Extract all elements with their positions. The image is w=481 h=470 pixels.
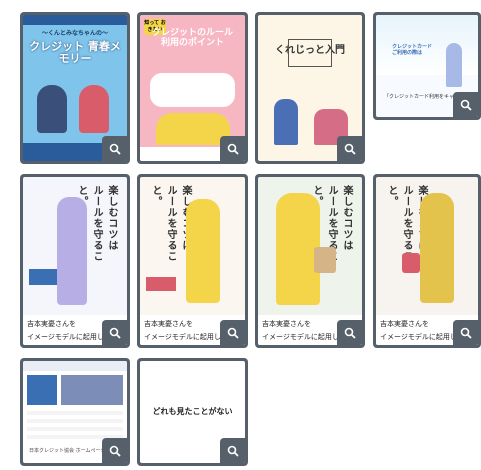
shelf-decor [146, 277, 176, 291]
gallery-item-9[interactable]: 日本クレジット協会 ホームページ [20, 358, 130, 466]
gallery-item-10[interactable]: どれも見たことがない [137, 358, 248, 466]
speech-bubble [150, 73, 235, 107]
text-card-label: どれも見たことがない [152, 406, 233, 416]
gallery-item-8[interactable]: 楽しむコツは ルールを守ること。 吉本実憂さんを イメージモデルに起用したポス [373, 174, 481, 348]
model-photo [420, 193, 454, 303]
illustration-professor [274, 99, 298, 145]
poster-thumbnail: 〜くんとみなちゃんの〜 クレジット 青春メモリー [23, 15, 127, 161]
illustration-boy [37, 85, 67, 133]
zoom-button[interactable] [220, 320, 245, 345]
text-thumbnail: どれも見たことがない [140, 361, 245, 463]
paper-bag [314, 247, 336, 273]
gallery-item-1[interactable]: 〜くんとみなちゃんの〜 クレジット 青春メモリー [20, 12, 130, 164]
ad-thumbnail: 楽しむコツは ルールを守ること。 吉本実憂さんを イメージモデルに起用したポ [140, 177, 245, 345]
model-photo [446, 43, 462, 87]
model-photo [186, 199, 220, 303]
site-banner-left [27, 375, 57, 405]
poster-thumbnail: くれじっと入門 [258, 15, 362, 161]
sign-frame [288, 39, 332, 67]
magnifier-icon [344, 327, 356, 339]
site-header [23, 361, 127, 371]
illustration-girl [79, 85, 109, 133]
gallery-item-6[interactable]: 楽しむコツは ルールを守ること。 吉本実憂さんを イメージモデルに起用したポ [137, 174, 248, 348]
poster-thumbnail: クレジットカード ご利用の際は 「クレジットカード利用をキャンペーン」 [376, 15, 478, 117]
gallery-item-2[interactable]: 知って おきたい クレジットのルール 利用のポイント [137, 12, 248, 164]
zoom-button[interactable] [453, 320, 478, 345]
credit-card [29, 269, 57, 285]
poster-title: クレジットカード ご利用の際は [392, 44, 433, 56]
magnifier-icon [227, 445, 239, 457]
magnifier-icon [109, 327, 121, 339]
gallery-item-5[interactable]: 楽しむコツは ルールを守ること。 吉本実憂さんを イメージモデルに起用した [20, 174, 130, 348]
zoom-button[interactable] [220, 136, 245, 161]
magnifier-icon [109, 143, 121, 155]
ad-thumbnail: 楽しむコツは ルールを守ること。 吉本実憂さんを イメージモデルに起用したポス [258, 177, 362, 345]
site-content [27, 411, 123, 441]
magnifier-icon [460, 99, 472, 111]
zoom-button[interactable] [102, 136, 127, 161]
header-band [23, 15, 127, 25]
zoom-button[interactable] [220, 438, 245, 463]
magnifier-icon [460, 327, 472, 339]
poster-thumbnail: 知って おきたい クレジットのルール 利用のポイント [140, 15, 245, 161]
zoom-button[interactable] [102, 320, 127, 345]
illustration-people [156, 113, 230, 145]
zoom-button[interactable] [102, 438, 127, 463]
magnifier-icon [344, 143, 356, 155]
shopping-bag [402, 253, 420, 273]
website-thumbnail: 日本クレジット協会 ホームページ [23, 361, 127, 463]
site-caption: 日本クレジット協会 ホームページ [29, 448, 106, 454]
gallery-item-7[interactable]: 楽しむコツは ルールを守ること。 吉本実憂さんを イメージモデルに起用したポス [255, 174, 365, 348]
site-banner-right [61, 375, 123, 405]
ad-thumbnail: 楽しむコツは ルールを守ること。 吉本実憂さんを イメージモデルに起用した [23, 177, 127, 345]
poster-title: クレジット 青春メモリー [29, 40, 121, 66]
model-photo [57, 197, 87, 305]
zoom-button[interactable] [453, 92, 478, 117]
magnifier-icon [227, 327, 239, 339]
zoom-button[interactable] [337, 320, 362, 345]
magnifier-icon [227, 143, 239, 155]
gallery-item-4[interactable]: クレジットカード ご利用の際は 「クレジットカード利用をキャンペーン」 [373, 12, 481, 120]
magnifier-icon [109, 445, 121, 457]
zoom-button[interactable] [337, 136, 362, 161]
ad-thumbnail: 楽しむコツは ルールを守ること。 吉本実憂さんを イメージモデルに起用したポス [376, 177, 478, 345]
gallery-item-3[interactable]: くれじっと入門 [255, 12, 365, 164]
poster-title: クレジットのルール 利用のポイント [151, 28, 233, 48]
poster-subtitle: 〜くんとみなちゃんの〜 [41, 30, 108, 37]
